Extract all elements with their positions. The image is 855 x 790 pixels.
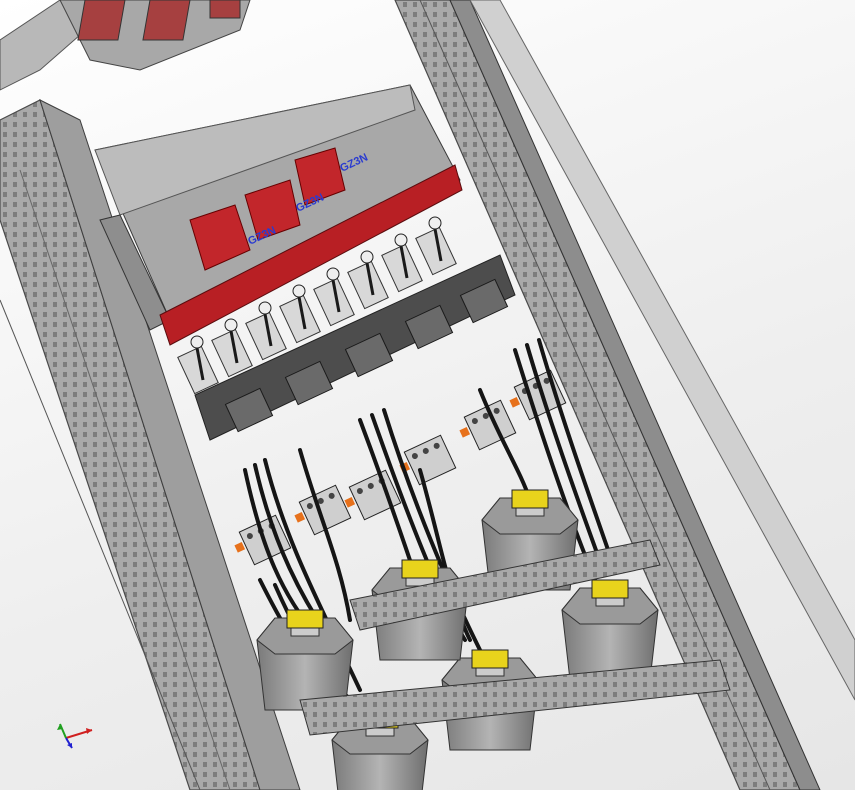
fuse-holder xyxy=(177,335,219,395)
fuse-holder xyxy=(347,250,389,310)
fuse-holder xyxy=(313,267,355,327)
fuse-holder xyxy=(381,233,423,293)
fuse-holder xyxy=(279,284,321,344)
cad-viewport[interactable]: GZ3N GZ3N GZ3N xyxy=(0,0,855,790)
fuse-holder xyxy=(211,318,253,378)
top-fuse-modules xyxy=(59,0,251,71)
cabinet-model[interactable]: GZ3N GZ3N GZ3N xyxy=(0,0,855,790)
capacitor xyxy=(561,579,659,681)
fuse-holder xyxy=(415,216,457,276)
capacitor-bank xyxy=(256,489,659,790)
contactor xyxy=(399,434,457,486)
capacitor xyxy=(256,609,354,711)
coordinate-triad xyxy=(57,723,93,749)
fuse-holder xyxy=(245,301,287,361)
